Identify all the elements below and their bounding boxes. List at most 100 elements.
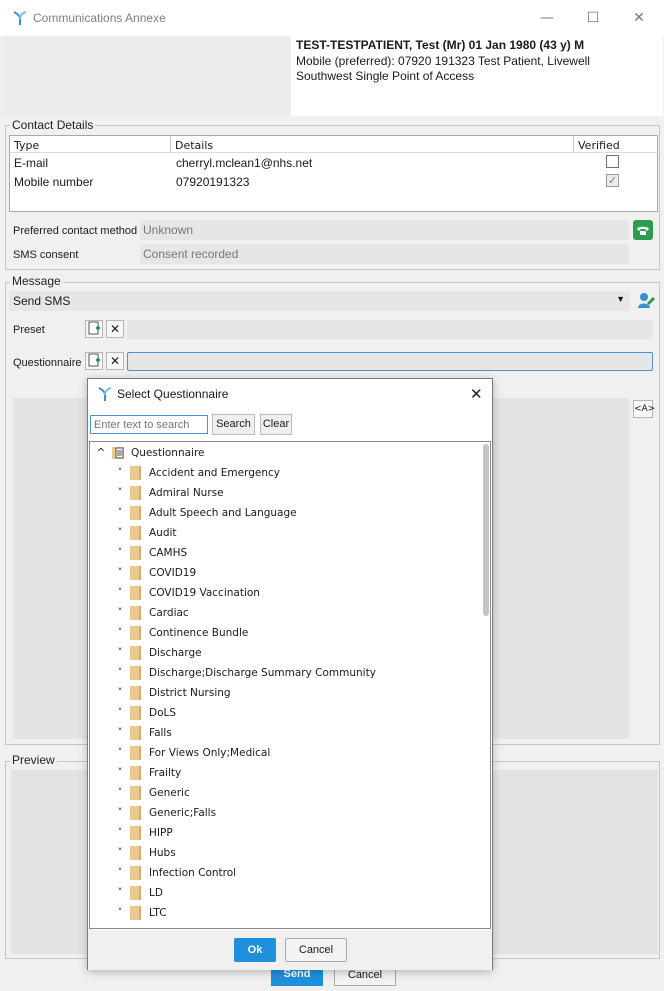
tree-item-label: Cardiac [149, 607, 189, 619]
window-title: Communications Annexe [33, 11, 166, 25]
preset-add-button[interactable] [85, 320, 103, 338]
chevron-down-icon[interactable]: ˅ [113, 543, 127, 563]
folder-icon [130, 486, 141, 500]
chevron-down-icon[interactable]: ˅ [113, 783, 127, 803]
chevron-down-icon[interactable]: ˅ [113, 623, 127, 643]
message-legend: Message [10, 274, 63, 288]
column-header-verified[interactable]: Verified [574, 136, 657, 153]
chevron-down-icon[interactable]: ˅ [113, 703, 127, 723]
dialog-cancel-button[interactable]: Cancel [285, 938, 347, 962]
folder-icon [130, 586, 141, 600]
folder-icon [130, 806, 141, 820]
close-button[interactable]: ✕ [628, 8, 650, 28]
tree-item-label: Discharge [149, 647, 202, 659]
contact-row-type[interactable]: E-mail [14, 156, 48, 170]
folder-icon [130, 686, 141, 700]
close-icon: ✕ [633, 10, 645, 26]
minimize-button[interactable]: — [536, 8, 558, 28]
tree-item-label: Audit [149, 527, 177, 539]
tree-item-label: CAMHS [149, 547, 188, 559]
folder-icon [130, 666, 141, 680]
chevron-down-icon[interactable]: ˅ [113, 723, 127, 743]
clear-button[interactable]: Clear [260, 414, 292, 435]
preset-field[interactable] [127, 320, 653, 339]
folder-icon [130, 726, 141, 740]
insert-tag-button[interactable]: <A> [633, 400, 655, 418]
chevron-down-icon[interactable]: ˅ [113, 463, 127, 483]
tree-item-label: Falls [149, 727, 172, 739]
tree-scrollbar[interactable] [483, 444, 489, 616]
chevron-down-icon[interactable]: ˅ [113, 883, 127, 903]
dialog-close-button[interactable]: ✕ [470, 385, 483, 403]
folder-icon [130, 646, 141, 660]
tree-item-label: Hubs [149, 847, 176, 859]
patient-mobile: Mobile (preferred): 07920 191323 Test Pa… [296, 53, 590, 68]
chevron-down-icon[interactable]: ˅ [113, 643, 127, 663]
message-channel-select[interactable]: Send SMS ▼ [9, 291, 630, 311]
chevron-down-icon[interactable]: ˅ [113, 863, 127, 883]
folder-icon [130, 786, 141, 800]
folder-icon [130, 906, 141, 920]
add-icon [88, 321, 100, 335]
ok-button[interactable]: Ok [234, 938, 276, 962]
close-icon: ✕ [470, 385, 483, 403]
message-channel-value: Send SMS [13, 294, 71, 308]
chevron-down-icon[interactable]: ˅ [113, 903, 127, 923]
contact-row-details[interactable]: 07920191323 [176, 175, 249, 189]
folder-icon [130, 866, 141, 880]
maximize-button[interactable]: ☐ [582, 8, 604, 28]
phone-icon[interactable] [633, 220, 653, 240]
add-icon [88, 353, 100, 367]
patient-name: TEST-TESTPATIENT, Test (Mr) 01 Jan 1980 … [296, 38, 585, 52]
email-verified-checkbox[interactable] [606, 155, 619, 168]
search-input[interactable] [90, 415, 208, 434]
preferred-contact-field[interactable]: Unknown [140, 220, 629, 240]
select-questionnaire-dialog: Select Questionnaire ✕ Search Clear ^ Qu… [87, 378, 493, 970]
chevron-down-icon[interactable]: ˅ [113, 563, 127, 583]
folder-icon [130, 826, 141, 840]
app-logo-icon [13, 11, 27, 25]
column-header-details[interactable]: Details [171, 136, 574, 153]
contact-table: Type Details Verified E-mail cherryl.mcl… [9, 135, 658, 212]
contact-row-type[interactable]: Mobile number [14, 175, 93, 189]
preview-legend: Preview [10, 753, 57, 767]
preset-label: Preset [13, 324, 45, 336]
tree-root-label: Questionnaire [131, 447, 205, 459]
tree-item-label: COVID19 Vaccination [149, 587, 260, 599]
chevron-down-icon[interactable]: ˅ [113, 503, 127, 523]
contact-picker-icon[interactable] [636, 290, 656, 310]
chevron-down-icon[interactable]: ˅ [113, 523, 127, 543]
questionnaire-field[interactable] [127, 352, 653, 371]
folder-icon [130, 546, 141, 560]
folder-icon [130, 506, 141, 520]
contact-row-details[interactable]: cherryl.mclean1@nhs.net [176, 156, 312, 170]
chevron-down-icon[interactable]: ˅ [113, 743, 127, 763]
column-header-type[interactable]: Type [10, 136, 171, 153]
chevron-down-icon[interactable]: ˅ [113, 823, 127, 843]
folder-icon [130, 606, 141, 620]
questionnaire-label: Questionnaire [13, 357, 82, 369]
chevron-down-icon[interactable]: ˅ [113, 843, 127, 863]
chevron-down-icon[interactable]: ˅ [113, 683, 127, 703]
dialog-title: Select Questionnaire [117, 387, 229, 401]
chevron-down-icon[interactable]: ˅ [113, 603, 127, 623]
preset-clear-button[interactable]: ✕ [106, 320, 124, 338]
questionnaire-add-button[interactable] [85, 352, 103, 370]
questionnaire-clear-button[interactable]: ✕ [106, 352, 124, 370]
tree-item-label: Infection Control [149, 867, 237, 879]
chevron-up-icon[interactable]: ^ [94, 443, 108, 463]
questionnaire-tree: ^ Questionnaire ˅ Accident and Emergency ˅… [89, 441, 491, 929]
chevron-down-icon[interactable]: ˅ [113, 663, 127, 683]
sms-consent-field[interactable]: Consent recorded [140, 244, 629, 264]
tree-item-label: LD [149, 887, 163, 899]
chevron-down-icon[interactable]: ˅ [113, 583, 127, 603]
mobile-verified-checkbox[interactable]: ✓ [606, 174, 619, 187]
app-logo-icon [98, 387, 112, 401]
chevron-down-icon[interactable]: ˅ [113, 803, 127, 823]
search-button[interactable]: Search [212, 414, 255, 435]
folder-icon [130, 746, 141, 760]
chevron-down-icon[interactable]: ˅ [113, 763, 127, 783]
maximize-icon: ☐ [586, 10, 600, 26]
chevron-down-icon[interactable]: ˅ [113, 483, 127, 503]
patient-photo-area [3, 36, 291, 116]
